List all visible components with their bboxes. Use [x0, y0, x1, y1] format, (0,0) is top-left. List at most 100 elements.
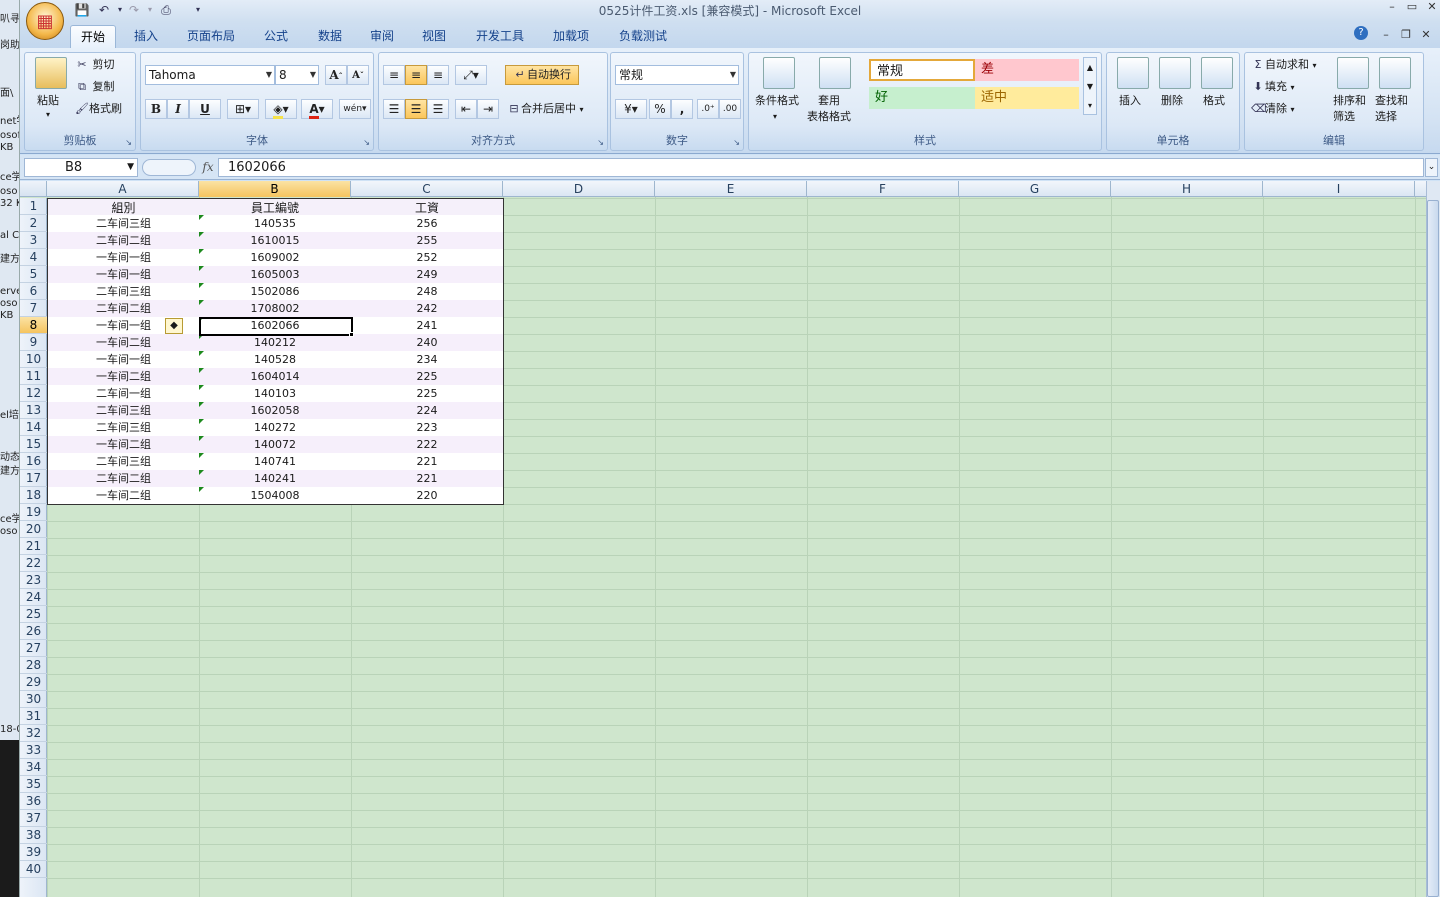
table-cell[interactable]: 240 [351, 334, 504, 352]
paste-icon[interactable] [35, 57, 67, 89]
tab-page-layout[interactable]: 页面布局 [176, 25, 246, 48]
table-cell[interactable]: 1604014 [199, 368, 352, 386]
formula-bar-divider[interactable] [142, 159, 196, 176]
tab-review[interactable]: 审阅 [360, 25, 404, 48]
font-color-button[interactable]: A▾ [301, 99, 333, 119]
close-button[interactable]: ✕ [1422, 0, 1440, 14]
select-all-button[interactable] [20, 181, 47, 197]
save-icon[interactable]: 💾 [74, 2, 90, 18]
table-cell[interactable]: 256 [351, 215, 504, 233]
column-header-g[interactable]: G [959, 181, 1111, 197]
bold-button[interactable]: B [145, 99, 167, 119]
table-cell[interactable]: 二车间三组 [47, 453, 200, 471]
table-cell[interactable]: 140528 [199, 351, 352, 369]
autosum-button[interactable]: Σ 自动求和 ▾ [1251, 57, 1317, 74]
doc-restore-button[interactable]: ❐ [1396, 28, 1416, 42]
font-launcher-icon[interactable]: ↘ [363, 138, 370, 147]
align-bottom-button[interactable]: ≡ [427, 65, 449, 85]
tab-insert[interactable]: 插入 [124, 25, 168, 48]
borders-button[interactable]: ⊞▾ [227, 99, 259, 119]
table-cell[interactable]: 255 [351, 232, 504, 250]
table-cell[interactable]: 一车间二组 [47, 487, 200, 505]
table-cell[interactable]: 252 [351, 249, 504, 267]
increase-indent-button[interactable]: ⇥ [477, 99, 499, 119]
table-cell[interactable]: 223 [351, 419, 504, 437]
table-cell[interactable]: 140741 [199, 453, 352, 471]
row-header-25[interactable]: 25 [20, 606, 47, 623]
decrease-decimal-button[interactable]: .00 [719, 99, 741, 119]
minimize-button[interactable]: – [1382, 0, 1402, 14]
expand-formula-bar-icon[interactable]: ⌄ [1425, 158, 1438, 177]
align-left-button[interactable]: ☰ [383, 99, 405, 119]
table-cell[interactable]: 一车间一组 [47, 351, 200, 369]
table-cell[interactable]: 220 [351, 487, 504, 505]
row-header-11[interactable]: 11 [20, 368, 47, 385]
table-cell[interactable]: 二车间二组 [47, 470, 200, 488]
name-box[interactable]: B8 ▼ [24, 158, 138, 177]
format-cells-icon[interactable] [1201, 57, 1233, 89]
row-header-39[interactable]: 39 [20, 844, 47, 861]
conditional-format-dropdown-icon[interactable]: ▾ [773, 109, 777, 125]
style-bad[interactable]: 差 [975, 59, 1079, 81]
column-header-f[interactable]: F [807, 181, 959, 197]
styles-scroll[interactable]: ▲ ▼ ▾ [1083, 57, 1097, 115]
insert-cells-button[interactable]: 插入 [1119, 93, 1141, 109]
row-header-32[interactable]: 32 [20, 725, 47, 742]
table-cell[interactable]: 二车间二组 [47, 232, 200, 250]
format-cells-button[interactable]: 格式 [1203, 93, 1225, 109]
style-neutral[interactable]: 适中 [975, 87, 1079, 109]
currency-button[interactable]: ¥▾ [615, 99, 647, 119]
row-header-22[interactable]: 22 [20, 555, 47, 572]
copy-button[interactable]: ⧉ 复制 [75, 79, 114, 95]
table-cell[interactable]: 1502086 [199, 283, 352, 301]
row-header-2[interactable]: 2 [20, 215, 47, 232]
paste-dropdown-icon[interactable]: ▾ [46, 107, 50, 123]
table-cell[interactable]: 1504008 [199, 487, 352, 505]
table-cell[interactable]: 249 [351, 266, 504, 284]
table-cell[interactable]: 一车间二组 [47, 368, 200, 386]
table-cell[interactable]: 221 [351, 470, 504, 488]
help-icon[interactable]: ? [1354, 26, 1368, 40]
row-header-26[interactable]: 26 [20, 623, 47, 640]
table-cell[interactable]: 1605003 [199, 266, 352, 284]
table-cell[interactable]: 二车间三组 [47, 215, 200, 233]
fill-handle[interactable] [349, 332, 354, 337]
maximize-button[interactable]: ▭ [1402, 0, 1422, 14]
row-header-8[interactable]: 8 [20, 317, 47, 334]
table-cell[interactable]: 二车间三组 [47, 419, 200, 437]
table-cell[interactable]: 234 [351, 351, 504, 369]
row-header-33[interactable]: 33 [20, 742, 47, 759]
row-header-18[interactable]: 18 [20, 487, 47, 504]
format-painter-button[interactable]: 🖌格式刷 [75, 101, 122, 117]
table-cell[interactable]: 1610015 [199, 232, 352, 250]
row-header-17[interactable]: 17 [20, 470, 47, 487]
table-format-icon[interactable] [819, 57, 851, 89]
table-cell[interactable]: 225 [351, 385, 504, 403]
row-header-21[interactable]: 21 [20, 538, 47, 555]
table-cell[interactable]: 140241 [199, 470, 352, 488]
table-cell[interactable]: 一车间二组 [47, 334, 200, 352]
delete-cells-button[interactable]: 删除 [1161, 93, 1183, 109]
row-header-1[interactable]: 1 [20, 198, 47, 215]
grow-font-button[interactable]: Aˆ [325, 65, 347, 85]
table-cell[interactable]: 140272 [199, 419, 352, 437]
vertical-scrollbar-thumb[interactable] [1427, 200, 1439, 897]
undo-icon[interactable]: ↶ [96, 2, 112, 18]
doc-minimize-button[interactable]: – [1376, 28, 1396, 42]
column-header-e[interactable]: E [655, 181, 807, 197]
style-normal[interactable]: 常规 [869, 59, 975, 81]
row-header-29[interactable]: 29 [20, 674, 47, 691]
table-cell[interactable]: 1708002 [199, 300, 352, 318]
row-header-37[interactable]: 37 [20, 810, 47, 827]
row-header-6[interactable]: 6 [20, 283, 47, 300]
tab-load-test[interactable]: 负载测试 [610, 25, 676, 48]
column-header-h[interactable]: H [1111, 181, 1263, 197]
table-cell[interactable]: 140535 [199, 215, 352, 233]
binoculars-icon[interactable] [1379, 57, 1411, 89]
row-header-5[interactable]: 5 [20, 266, 47, 283]
customize-qat-icon[interactable]: ▾ [190, 2, 206, 18]
row-header-24[interactable]: 24 [20, 589, 47, 606]
table-cell[interactable]: 242 [351, 300, 504, 318]
table-cell[interactable]: 二车间一组 [47, 385, 200, 403]
sort-filter-button[interactable]: 排序和 筛选 [1333, 93, 1366, 125]
